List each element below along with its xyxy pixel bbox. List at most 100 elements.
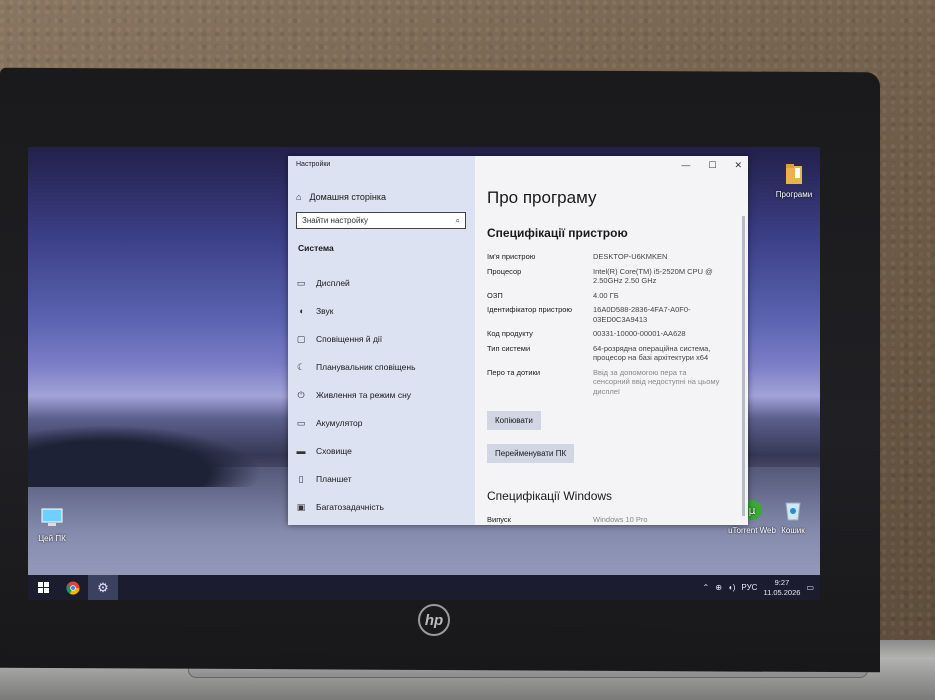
start-button[interactable] [28, 575, 58, 600]
nav-item[interactable]: ▭ Акумулятор [296, 409, 467, 437]
hp-logo: hp [418, 604, 450, 636]
settings-taskbar-button[interactable]: ⚙ [88, 575, 118, 600]
windows-icon [37, 582, 49, 593]
nav-item-label: Багатозадачність [316, 502, 384, 512]
tablet-icon: ▯ [298, 473, 304, 484]
nav-item[interactable]: ▭ Дисплей [296, 269, 467, 297]
chrome-icon [66, 581, 80, 594]
nav-item-label: Планшет [316, 474, 352, 484]
spec-row-product-id: Код продукту 00331-10000-00001-AA628 [487, 329, 736, 339]
home-label: Домашня сторінка [309, 192, 387, 202]
nav-item-label: Звук [316, 306, 334, 316]
laptop-screen: Програми Цей ПК µ uTorrent Web Кошик Нас… [28, 147, 820, 600]
section-heading: Система [298, 243, 334, 253]
desktop-icon-recycle-bin[interactable]: Кошик [763, 497, 820, 535]
nav-item[interactable]: ▣ Багатозадачність [296, 493, 467, 521]
desktop-icon-label: Цей ПК [38, 534, 66, 543]
desktop-icon-label: Програми [775, 190, 813, 199]
search-placeholder: Знайти настройку [302, 216, 369, 225]
spec-value: 16A0D588-2836-4FA7-A0F0-03ED0C3A9413 [593, 305, 691, 324]
gear-icon: ⚙ [97, 579, 109, 595]
chevron-up-icon[interactable]: ⌃ [703, 583, 710, 592]
chrome-taskbar-button[interactable] [58, 575, 88, 600]
clock-date: 11.05.2026 [763, 587, 801, 597]
spec-value: 64-розрядна операційна система, процесор… [593, 343, 711, 363]
spec-key: ОЗП [487, 290, 503, 300]
nav-item[interactable]: ◖ Звук [296, 297, 467, 325]
folder-icon [779, 161, 809, 187]
nav-item-label: Живлення та режим сну [316, 390, 412, 400]
window-title: Настройки [296, 161, 331, 168]
window-controls: — ☐ ✕ [681, 160, 742, 171]
home-icon: ⌂ [296, 192, 302, 202]
settings-window: Настройки ⌂ Домашня сторінка Знайти наст… [288, 156, 748, 525]
nav-item[interactable]: ☾ Планувальник сповіщень [296, 353, 467, 381]
system-tray: ⌃ ⊕ ◖) РУС 9:27 11.05.2026 ▭ [703, 578, 820, 598]
clock[interactable]: 9:27 11.05.2026 [763, 578, 800, 598]
monitor-icon: ▭ [296, 277, 306, 288]
spec-value: Intel(R) Core(TM) i5-2520M CPU @ 2.50GHz… [593, 266, 713, 286]
notification-icon: ▢ [296, 333, 306, 344]
search-icon: ⌕ [455, 215, 460, 225]
nav-item-label: Дисплей [316, 278, 350, 288]
home-link[interactable]: ⌂ Домашня сторінка [296, 192, 467, 202]
desktop-icon-label: Кошик [781, 526, 805, 535]
action-center-icon[interactable]: ▭ [806, 583, 814, 592]
page-title: Про програму [487, 188, 597, 207]
close-icon[interactable]: ✕ [734, 160, 742, 171]
battery-icon: ▭ [296, 417, 306, 428]
nav-list: ▭ Дисплей ◖ Звук ▢ Сповіщення й дії ☾ Плануваль… [296, 269, 467, 521]
windows-specs-heading: Специфікації Windows [487, 489, 613, 503]
nav-item[interactable]: ⏻ Живлення та режим сну [296, 381, 467, 409]
clock-time: 9:27 [774, 577, 790, 587]
volume-icon[interactable]: ◖) [728, 583, 736, 592]
spec-row-device-id: Ідентифікатор пристрою 16A0D588-2836-4FA… [487, 305, 736, 324]
nav-item-label: Планувальник сповіщень [316, 362, 416, 372]
settings-content: — ☐ ✕ Про програму Специфікації пристрою… [475, 156, 748, 525]
search-input[interactable]: Знайти настройку ⌕ [296, 212, 466, 229]
settings-sidebar: Настройки ⌂ Домашня сторінка Знайти наст… [288, 156, 475, 525]
device-specs-heading: Специфікації пристрою [487, 226, 628, 240]
spec-key: Тип системи [487, 343, 531, 353]
maximize-icon[interactable]: ☐ [708, 160, 716, 171]
nav-item[interactable]: ▢ Сповіщення й дії [296, 325, 467, 353]
spec-key: Ім'я пристрою [487, 252, 536, 261]
moon-icon: ☾ [296, 361, 306, 372]
nav-item-label: Сповіщення й дії [316, 334, 383, 344]
copy-button[interactable]: Копіювати [487, 411, 541, 430]
nav-item[interactable]: ▬ Сховище [296, 437, 467, 465]
spec-key: Код продукту [487, 329, 533, 338]
spec-row-system-type: Тип системи 64-розрядна операційна систе… [487, 344, 736, 363]
power-icon: ⏻ [297, 389, 305, 400]
network-icon[interactable]: ⊕ [715, 583, 722, 592]
scrollbar[interactable] [742, 216, 745, 516]
wallpaper-trees [28, 417, 288, 487]
computer-icon [37, 505, 67, 531]
multitask-icon: ▣ [296, 501, 306, 512]
spec-value: Windows 10 Pro [593, 515, 648, 524]
desktop-icon-this-pc[interactable]: Цей ПК [28, 505, 82, 543]
desktop-icon-programs[interactable]: Програми [764, 161, 820, 199]
spec-value: 00331-10000-00001-AA628 [593, 329, 686, 338]
nav-item-label: Акумулятор [316, 418, 363, 428]
nav-item[interactable]: ▯ Планшет [296, 465, 467, 493]
spec-row-device-name: Ім'я пристрою DESKTOP-U6KMKEN [487, 252, 736, 262]
minimize-icon[interactable]: — [681, 160, 690, 171]
spec-value: Ввід за допомогою пера та сенсорний ввід… [593, 367, 720, 396]
spec-value: DESKTOP-U6KMKEN [593, 252, 668, 261]
rename-pc-button[interactable]: Перейменувати ПК [487, 444, 575, 463]
nav-item-label: Сховище [316, 446, 352, 456]
taskbar: ⚙ ⌃ ⊕ ◖) РУС 9:27 11.05.2026 ▭ [28, 575, 820, 600]
storage-icon: ▬ [296, 446, 306, 456]
spec-key: Перо та дотики [487, 367, 541, 377]
spec-row-processor: Процесор Intel(R) Core(TM) i5-2520M CPU … [487, 267, 736, 286]
language-indicator[interactable]: РУС [741, 583, 757, 592]
spec-key: Процесор [487, 266, 522, 276]
svg-text:µ: µ [749, 504, 756, 517]
spec-row-pen-touch: Перо та дотики Ввід за допомогою пера та… [487, 368, 736, 397]
spec-key: Випуск [487, 515, 511, 524]
spec-row-ram: ОЗП 4.00 ГБ [487, 291, 736, 301]
speaker-icon: ◖ [298, 306, 304, 316]
spec-key: Ідентифікатор пристрою [487, 305, 573, 314]
spec-value: 4.00 ГБ [593, 290, 619, 300]
